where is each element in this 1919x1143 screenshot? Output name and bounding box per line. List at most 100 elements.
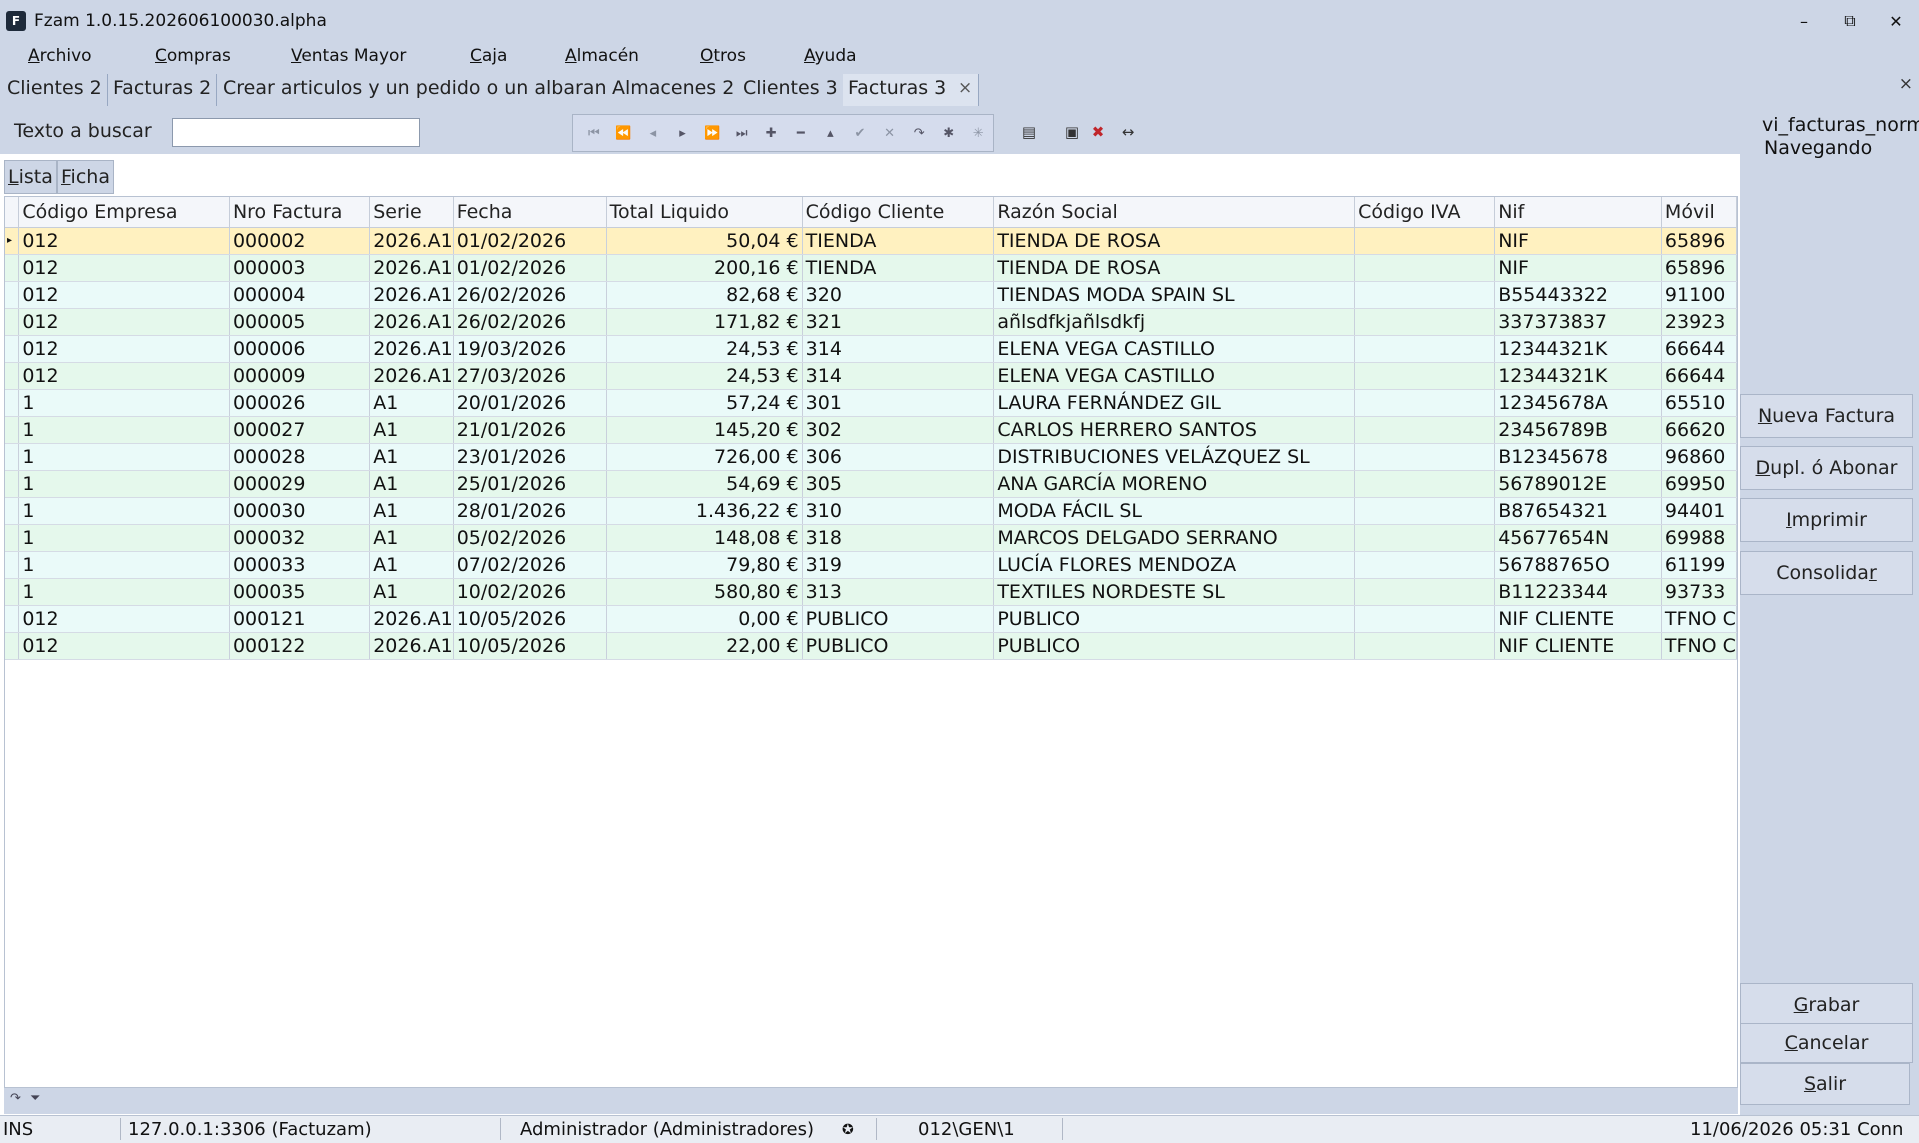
minimize-icon[interactable]: – <box>1781 0 1827 42</box>
table-cell[interactable]: TIENDA <box>802 227 995 255</box>
prior-record-icon[interactable]: ◂ <box>638 118 668 148</box>
table-row[interactable]: 012 000004 2026.A1 26/02/2026 82,68 €320 TIEN… <box>5 281 1737 309</box>
table-cell[interactable]: 25/01/2026 <box>453 470 607 498</box>
menu-compras[interactable]: Compras <box>155 46 231 66</box>
table-cell[interactable]: A1 <box>369 389 454 417</box>
table-cell[interactable]: 320 <box>802 281 995 309</box>
table-cell[interactable]: TIENDA DE ROSA <box>993 254 1356 282</box>
table-cell[interactable]: PUBLICO <box>802 632 995 660</box>
table-cell[interactable]: 000029 <box>229 470 371 498</box>
table-cell[interactable]: 93733 <box>1661 578 1737 606</box>
table-cell[interactable]: 61199 <box>1661 551 1737 579</box>
table-cell[interactable] <box>1354 524 1496 552</box>
nueva-factura-button[interactable]: Nueva Factura <box>1740 394 1913 438</box>
table-cell[interactable]: 54,69 € <box>606 470 803 498</box>
invoices-grid[interactable]: Código Empresa Nro Factura Serie Fecha T… <box>4 196 1738 1088</box>
tab-almacenes-2[interactable]: Almacenes 2 <box>607 74 741 106</box>
table-cell[interactable]: NIF CLIENTE <box>1494 632 1662 660</box>
table-cell[interactable]: 01/02/2026 <box>453 254 607 282</box>
table-cell[interactable]: 79,80 € <box>606 551 803 579</box>
column-header[interactable]: Serie <box>369 197 454 228</box>
column-header[interactable]: Móvil <box>1661 197 1737 228</box>
table-cell[interactable]: 26/02/2026 <box>453 281 607 309</box>
table-cell[interactable]: 000035 <box>229 578 371 606</box>
table-cell[interactable] <box>1354 632 1496 660</box>
table-cell[interactable]: MARCOS DELGADO SERRANO <box>993 524 1356 552</box>
search-input[interactable] <box>172 118 420 147</box>
table-cell[interactable]: B87654321 <box>1494 497 1662 525</box>
table-cell[interactable]: CARLOS HERRERO SANTOS <box>993 416 1356 444</box>
table-cell[interactable]: NIF <box>1494 227 1662 255</box>
table-cell[interactable]: 66620 <box>1661 416 1737 444</box>
table-row[interactable]: ▸ 012 000002 2026.A1 01/02/2026 50,04 € TIENDA… <box>5 227 1737 255</box>
table-cell[interactable]: 012 <box>18 227 230 255</box>
table-cell[interactable] <box>1354 551 1496 579</box>
table-row[interactable]: 1 000033 A1 07/02/2026 79,80 €319 LUCÍA FLORE… <box>5 551 1737 579</box>
table-cell[interactable]: 000026 <box>229 389 371 417</box>
table-cell[interactable]: 12344321K <box>1494 335 1662 363</box>
table-row[interactable]: 1 000027 A1 21/01/2026 145,20 €302 CARLOS HER… <box>5 416 1737 444</box>
column-header[interactable]: Nro Factura <box>229 197 371 228</box>
table-cell[interactable] <box>1354 497 1496 525</box>
table-cell[interactable]: 66644 <box>1661 362 1737 390</box>
close-icon[interactable]: ✕ <box>1873 0 1919 42</box>
column-header[interactable]: Código Empresa <box>18 197 230 228</box>
tab-ficha[interactable]: Ficha <box>57 160 114 194</box>
tab-facturas-2[interactable]: Facturas 2 <box>108 74 218 106</box>
table-cell[interactable]: B11223344 <box>1494 578 1662 606</box>
table-row[interactable]: 1 000026 A1 20/01/2026 57,24 €301 LAURA FERNÁ… <box>5 389 1737 417</box>
table-cell[interactable]: 000032 <box>229 524 371 552</box>
menu-otros[interactable]: Otros <box>700 46 746 66</box>
table-cell[interactable]: 000002 <box>229 227 371 255</box>
table-cell[interactable]: 337373837 <box>1494 308 1662 336</box>
table-cell[interactable]: 27/03/2026 <box>453 362 607 390</box>
table-cell[interactable]: 23/01/2026 <box>453 443 607 471</box>
table-cell[interactable]: A1 <box>369 443 454 471</box>
table-cell[interactable]: 10/05/2026 <box>453 632 607 660</box>
table-cell[interactable]: 012 <box>18 254 230 282</box>
table-cell[interactable]: TFNO C <box>1661 632 1737 660</box>
table-row[interactable]: 1 000035 A1 10/02/2026 580,80 €313 TEXTILES N… <box>5 578 1737 606</box>
table-cell[interactable]: 1.436,22 € <box>606 497 803 525</box>
table-cell[interactable] <box>1354 416 1496 444</box>
table-cell[interactable]: PUBLICO <box>802 605 995 633</box>
table-cell[interactable]: TIENDAS MODA SPAIN SL <box>993 281 1356 309</box>
last-record-icon[interactable]: ⏭ <box>727 118 757 148</box>
table-cell[interactable]: 05/02/2026 <box>453 524 607 552</box>
table-cell[interactable]: 000033 <box>229 551 371 579</box>
table-cell[interactable]: 000006 <box>229 335 371 363</box>
table-cell[interactable]: añlsdfkjañlsdkfj <box>993 308 1356 336</box>
table-cell[interactable]: 69950 <box>1661 470 1737 498</box>
column-header[interactable]: Código IVA <box>1354 197 1496 228</box>
table-cell[interactable]: 65896 <box>1661 227 1737 255</box>
table-cell[interactable]: 012 <box>18 362 230 390</box>
column-header[interactable]: Total Liquido <box>606 197 803 228</box>
tab-crear-articulos[interactable]: Crear articulos y un pedido o un albaran <box>218 74 613 106</box>
refresh-grid-icon[interactable]: ↷ <box>10 1091 21 1106</box>
table-cell[interactable]: 26/02/2026 <box>453 308 607 336</box>
table-cell[interactable]: 1 <box>18 524 230 552</box>
table-row[interactable]: 012 000005 2026.A1 26/02/2026 171,82 €321 añl… <box>5 308 1737 336</box>
table-cell[interactable]: 000028 <box>229 443 371 471</box>
table-cell[interactable]: 91100 <box>1661 281 1737 309</box>
table-cell[interactable]: 24,53 € <box>606 335 803 363</box>
table-cell[interactable] <box>1354 470 1496 498</box>
table-cell[interactable]: 012 <box>18 335 230 363</box>
grabar-button[interactable]: Grabar <box>1740 983 1913 1027</box>
column-header[interactable]: Fecha <box>453 197 607 228</box>
table-cell[interactable]: 313 <box>802 578 995 606</box>
table-cell[interactable]: 2026.A1 <box>369 227 454 255</box>
refresh-icon[interactable]: ↷ <box>904 118 934 148</box>
duplicar-abonar-button[interactable]: Dupl. ó Abonar <box>1740 446 1913 490</box>
table-cell[interactable]: TEXTILES NORDESTE SL <box>993 578 1356 606</box>
insert-record-icon[interactable]: ✚ <box>756 118 786 148</box>
edit-record-icon[interactable]: ▴ <box>816 118 846 148</box>
table-cell[interactable]: 000122 <box>229 632 371 660</box>
table-cell[interactable]: 45677654N <box>1494 524 1662 552</box>
table-cell[interactable] <box>1354 605 1496 633</box>
table-cell[interactable]: PUBLICO <box>993 632 1356 660</box>
table-cell[interactable]: 726,00 € <box>606 443 803 471</box>
next-record-icon[interactable]: ▸ <box>668 118 698 148</box>
table-cell[interactable]: 65510 <box>1661 389 1737 417</box>
table-cell[interactable]: A1 <box>369 551 454 579</box>
